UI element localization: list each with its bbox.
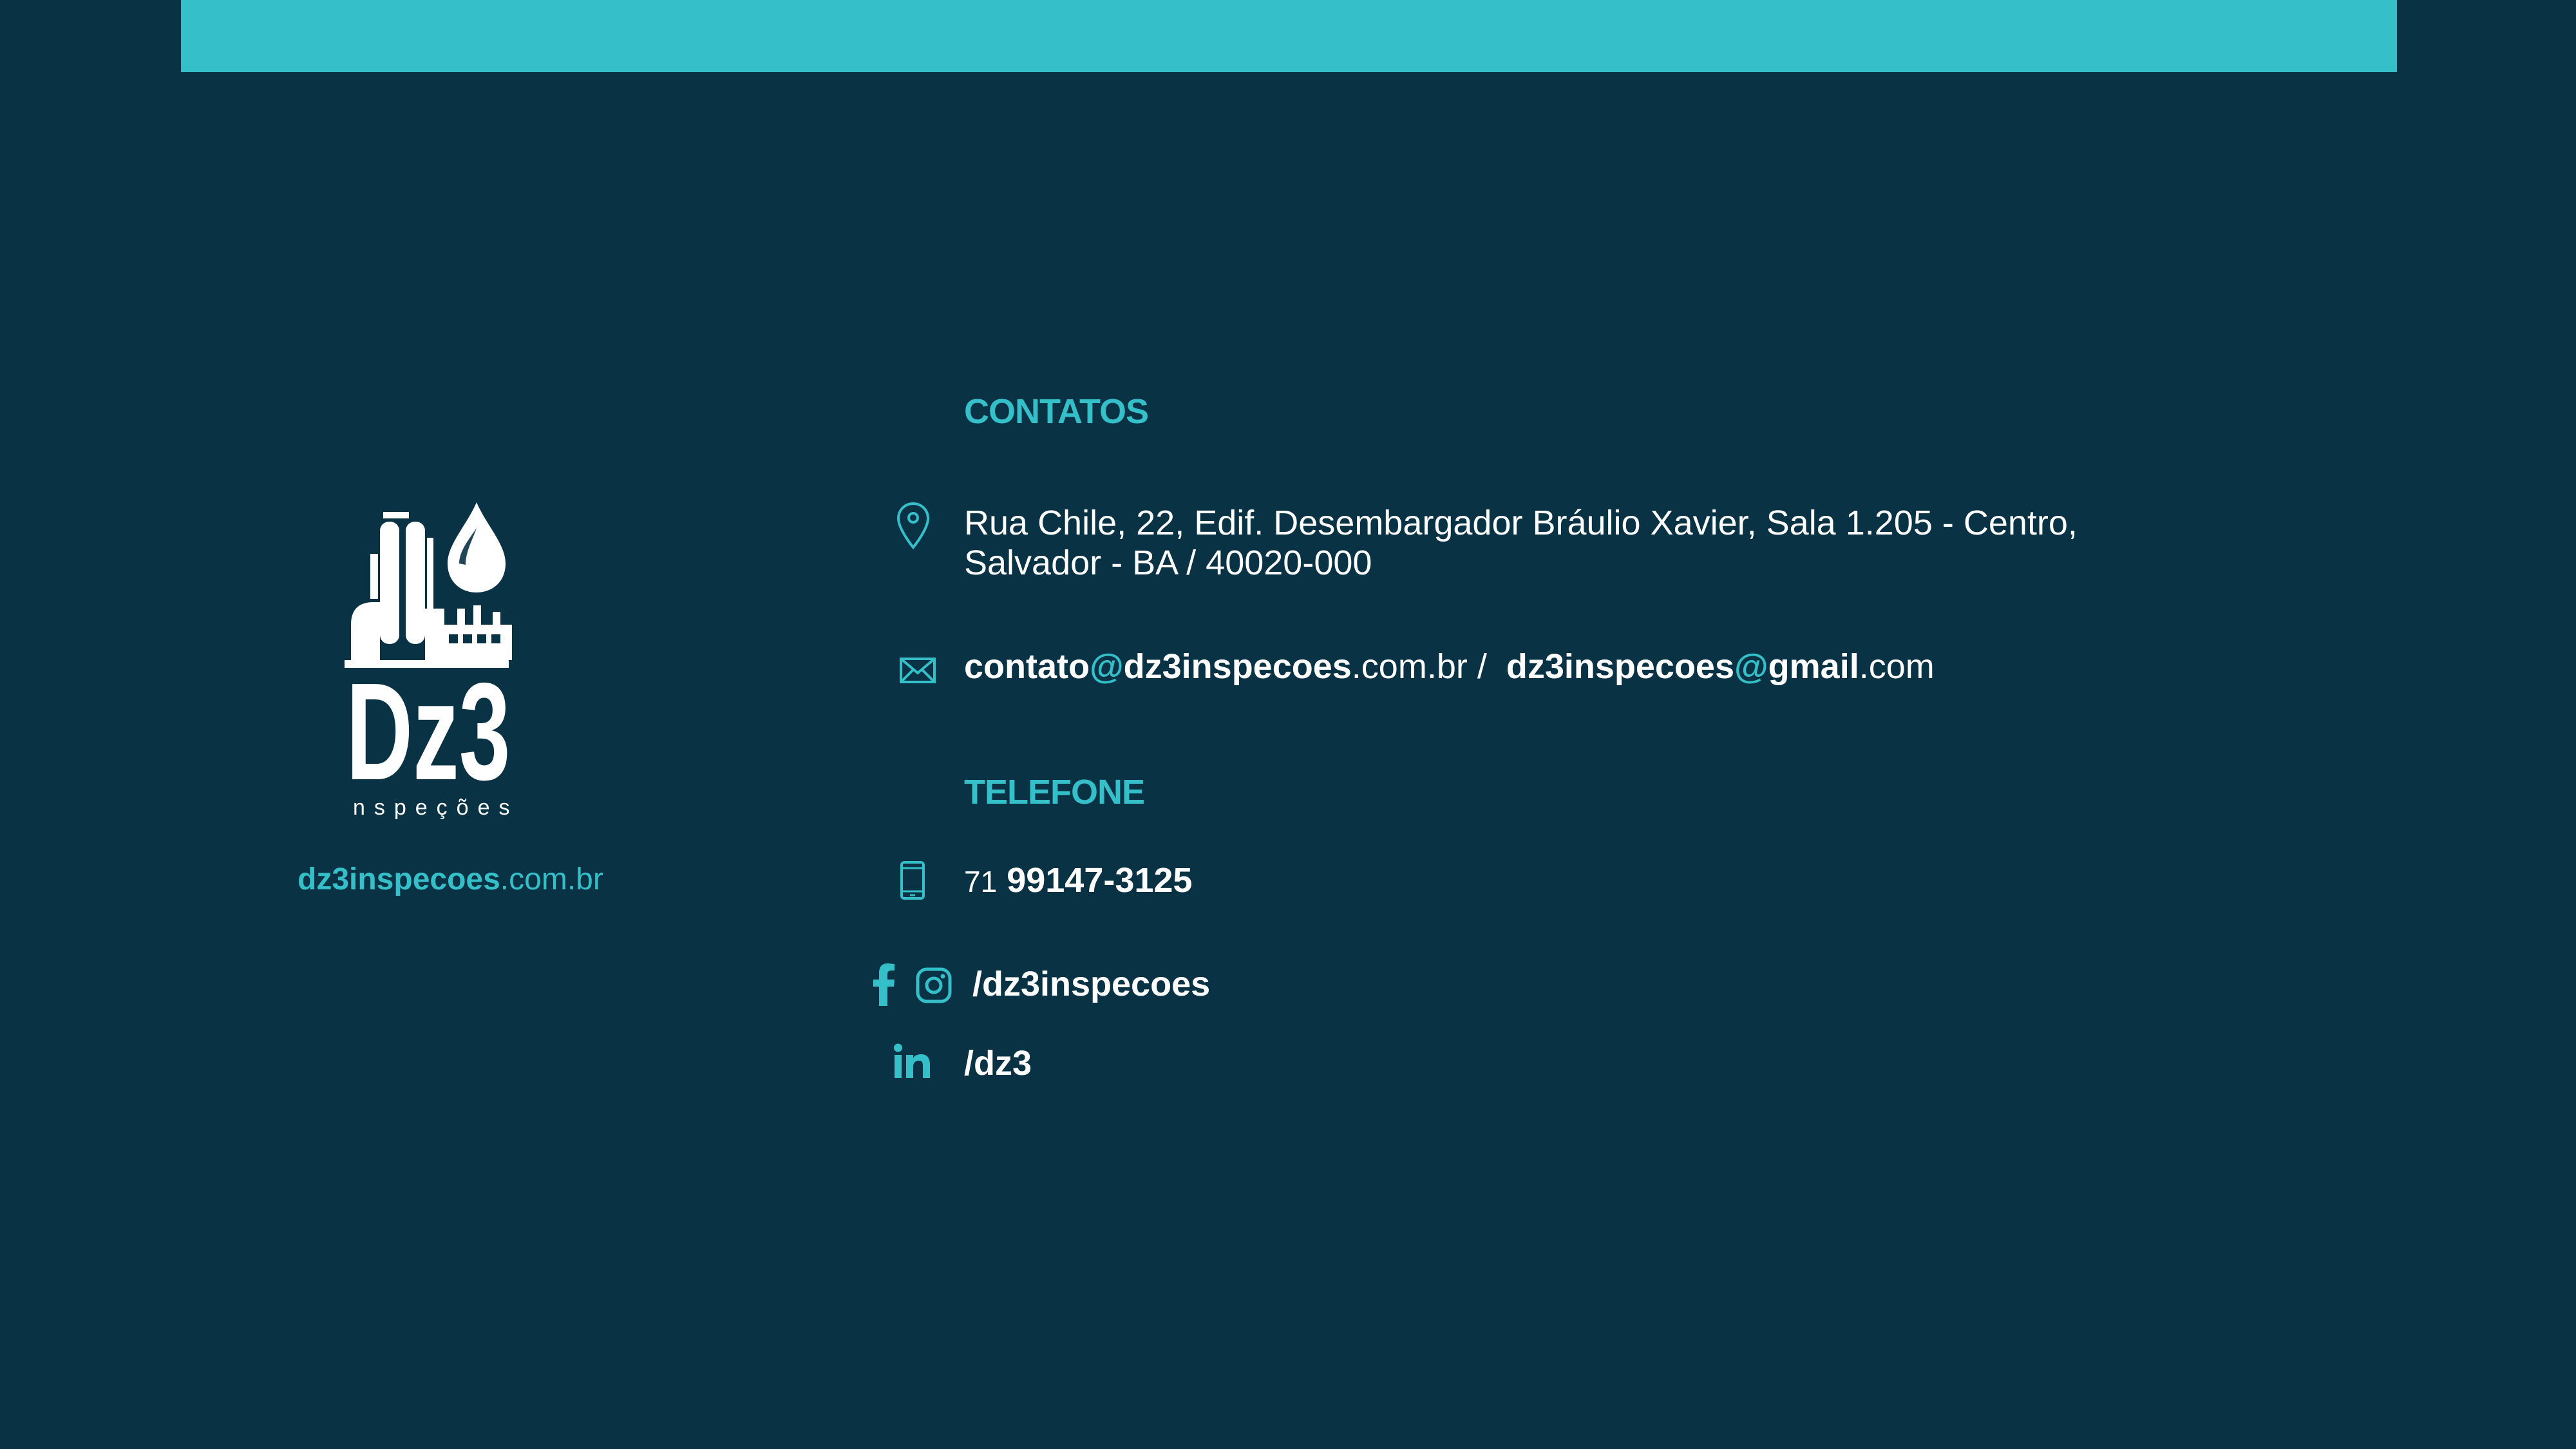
email-gmail[interactable]: dz3inspecoes@gmail.com <box>1506 647 1935 686</box>
linkedin-handle[interactable]: /dz3 <box>964 1043 1032 1083</box>
logo-wordmark: Dz3 <box>346 654 511 809</box>
contacts-heading: CONTATOS <box>964 392 1149 431</box>
phone-main-number: 99147-3125 <box>1007 861 1193 900</box>
email2-at: @ <box>1734 647 1768 686</box>
email1-user: contato <box>964 647 1090 686</box>
address-line-2: Salvador - BA / 40020-000 <box>964 544 1372 582</box>
email2-user: dz3inspecoes <box>1506 647 1734 686</box>
website-domain: dz3inspecoes <box>298 862 500 896</box>
mobile-phone-icon <box>900 860 925 900</box>
email1-at: @ <box>1090 647 1124 686</box>
email2-domain: gmail <box>1768 647 1859 686</box>
website-tld: .com.br <box>500 862 603 896</box>
refinery-logo-graphic: Dz3 Inspeções <box>338 502 519 820</box>
email-addresses: contato@dz3inspecoes.com.br / dz3inspeco… <box>964 647 1935 687</box>
email-separator: / <box>1467 647 1506 686</box>
address: Rua Chile, 22, Edif. Desembargador Brául… <box>964 503 2078 583</box>
linkedin-icon[interactable] <box>893 1043 932 1079</box>
email1-tld: .com.br <box>1351 647 1468 686</box>
facebook-instagram-handle[interactable]: /dz3inspecoes <box>972 964 1210 1004</box>
phone-area-code: 71 <box>964 865 998 898</box>
phone-number[interactable]: 71 99147-3125 <box>964 860 1192 900</box>
instagram-icon[interactable] <box>916 967 952 1003</box>
location-pin-icon <box>895 501 931 550</box>
website-link[interactable]: dz3inspecoes.com.br <box>298 862 603 897</box>
facebook-icon[interactable] <box>873 963 895 1006</box>
address-line-1: Rua Chile, 22, Edif. Desembargador Brául… <box>964 504 2078 542</box>
phone-heading: TELEFONE <box>964 773 1145 811</box>
email1-domain: dz3inspecoes <box>1123 647 1352 686</box>
top-accent-bar <box>181 0 2397 72</box>
email2-tld: .com <box>1859 647 1935 686</box>
logo-subtitle: Inspeções <box>345 795 519 820</box>
email-contato[interactable]: contato@dz3inspecoes.com.br <box>964 647 1468 686</box>
dz3-logo: Dz3 Inspeções <box>338 499 522 821</box>
envelope-icon <box>899 657 936 684</box>
